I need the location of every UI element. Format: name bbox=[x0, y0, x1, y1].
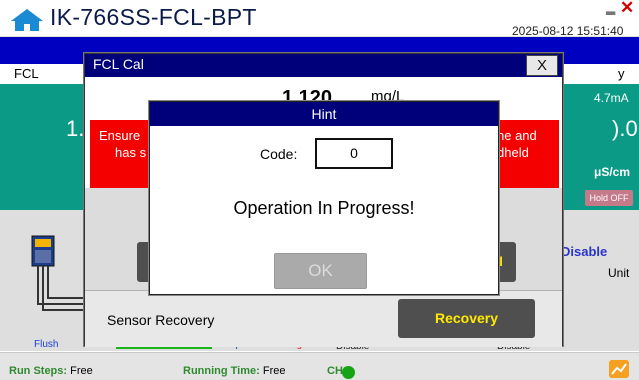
datetime-display: 2025-08-12 15:51:40 bbox=[512, 24, 624, 38]
running-time-value: Free bbox=[262, 365, 286, 377]
channel-right-name: y bbox=[618, 66, 625, 81]
app-title: IK-766SS-FCL-BPT bbox=[50, 4, 257, 30]
left-reading-value: 1. bbox=[66, 116, 85, 141]
hint-titlebar: Hint bbox=[150, 102, 498, 126]
progress-message: Operation In Progress! bbox=[233, 198, 415, 218]
fcl-cal-titlebar: FCL Cal X bbox=[85, 54, 562, 77]
home-icon[interactable] bbox=[10, 8, 44, 32]
fcl-cal-close-button[interactable]: X bbox=[526, 55, 558, 76]
warning-text: has s bbox=[115, 145, 147, 160]
run-steps-status: Run Steps: Free bbox=[9, 365, 93, 377]
right-reading-unit: μS/cm bbox=[594, 165, 631, 179]
hint-dialog: Hint Code: 0 Operation In Progress! OK bbox=[149, 101, 499, 295]
recovery-button[interactable]: Recovery bbox=[398, 299, 535, 338]
close-app-button[interactable]: ✕ bbox=[620, 0, 634, 18]
status-bar bbox=[0, 352, 639, 380]
channel-left-name: FCL bbox=[14, 66, 39, 81]
fcl-cal-title: FCL Cal bbox=[93, 56, 144, 72]
hold-off-button[interactable]: Hold OFF bbox=[585, 190, 633, 206]
code-field[interactable]: 0 bbox=[315, 138, 393, 169]
unit-label: Unit bbox=[608, 266, 630, 280]
hint-title: Hint bbox=[311, 106, 337, 122]
code-label: Code: bbox=[260, 146, 298, 162]
warning-text: Ensure bbox=[99, 128, 141, 143]
sensor-recovery-label: Sensor Recovery bbox=[107, 312, 215, 328]
chart-icon[interactable] bbox=[609, 360, 629, 378]
minimize-button[interactable]: ▂ bbox=[606, 1, 615, 15]
warning-text: dheld bbox=[497, 145, 529, 160]
ok-button[interactable]: OK bbox=[274, 253, 367, 289]
run-steps-value: Free bbox=[70, 365, 93, 377]
right-reading-value: ).0 bbox=[612, 116, 638, 141]
flush-label: Flush bbox=[34, 339, 59, 350]
right-current-output: 4.7mA bbox=[594, 91, 629, 105]
disable-status: Disable bbox=[561, 244, 608, 259]
warning-text: ne and bbox=[497, 128, 537, 143]
ch1-status-indicator bbox=[342, 366, 355, 379]
running-time-status: Running Time: Free bbox=[183, 365, 285, 377]
running-time-label: Running Time: bbox=[183, 365, 260, 377]
run-steps-label: Run Steps: bbox=[9, 365, 68, 377]
